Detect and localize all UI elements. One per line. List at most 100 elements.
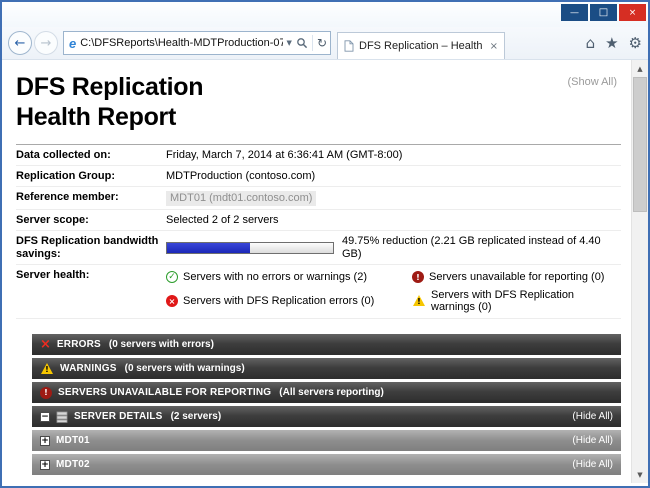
section-count: (0 servers with warnings) [125, 363, 245, 374]
field-label: DFS Replication bandwidth savings: [16, 235, 166, 261]
nav-right-icons: ⌂ ★ ⚙ [586, 34, 642, 52]
hide-all-link[interactable]: (Hide All) [572, 411, 613, 422]
scroll-up-icon[interactable]: ▲ [632, 60, 648, 77]
page-title: DFS Replication Health Report [16, 72, 621, 132]
address-text[interactable]: C:\DFSReports\Health-MDTProduction-07M… [80, 37, 282, 49]
bandwidth-bar-fill [167, 243, 250, 253]
server-row-mdt02[interactable]: + MDT02 (Hide All) [32, 454, 621, 475]
report-page: (Show All) DFS Replication Health Report… [2, 60, 631, 483]
forward-button[interactable]: → [34, 31, 58, 55]
page-title-line2: Health Report [16, 102, 621, 132]
health-text: Servers with no errors or warnings (2) [183, 271, 367, 283]
tab-title: DFS Replication – Health Re... [359, 40, 485, 52]
section-count: (0 servers with errors) [109, 339, 214, 350]
section-warnings[interactable]: ! WARNINGS (0 servers with warnings) [32, 358, 621, 379]
address-bar[interactable]: e C:\DFSReports\Health-MDTProduction-07M… [63, 31, 331, 55]
field-server-scope: Server scope: Selected 2 of 2 servers [16, 210, 621, 231]
page-title-line1: DFS Replication [16, 72, 621, 102]
server-name: MDT01 [56, 435, 90, 446]
field-label: Server health: [16, 269, 166, 282]
back-icon: ← [15, 36, 26, 51]
field-server-health: Server health: ✓ Servers with no errors … [16, 265, 621, 319]
home-icon[interactable]: ⌂ [586, 34, 596, 52]
vertical-scrollbar[interactable]: ▲ ▼ [631, 60, 648, 483]
health-item-ok: ✓ Servers with no errors or warnings (2) [166, 271, 412, 283]
health-item-unavailable: ! Servers unavailable for reporting (0) [412, 271, 621, 283]
navigation-bar: ← → e C:\DFSReports\Health-MDTProduction… [2, 27, 648, 60]
field-replication-group: Replication Group: MDTProduction (contos… [16, 166, 621, 187]
unavailable-icon: ! [40, 387, 52, 399]
server-health-grid: ✓ Servers with no errors or warnings (2)… [166, 269, 621, 315]
field-value: MDTProduction (contoso.com) [166, 170, 315, 183]
back-button[interactable]: ← [8, 31, 32, 55]
report-summary-fields: Data collected on: Friday, March 7, 2014… [16, 144, 621, 319]
section-unavailable[interactable]: ! SERVERS UNAVAILABLE FOR REPORTING (All… [32, 382, 621, 403]
address-separator [312, 35, 313, 51]
tab-close-icon[interactable]: × [490, 41, 498, 52]
field-value: Friday, March 7, 2014 at 6:36:41 AM (GMT… [166, 149, 402, 162]
field-label: Reference member: [16, 191, 166, 204]
close-icon: × [629, 8, 637, 18]
hide-all-link[interactable]: (Hide All) [572, 459, 613, 470]
warning-icon: ! [412, 295, 426, 307]
search-icon[interactable] [296, 37, 308, 49]
browser-viewport: (Show All) DFS Replication Health Report… [2, 60, 648, 483]
titlebar: — □ × [2, 2, 648, 27]
health-item-errors: × Servers with DFS Replication errors (0… [166, 289, 412, 313]
bandwidth-text: 49.75% reduction (2.21 GB replicated ins… [342, 235, 621, 261]
server-row-mdt01[interactable]: + MDT01 (Hide All) [32, 430, 621, 451]
health-text: Servers with DFS Replication errors (0) [183, 295, 374, 307]
section-title: SERVERS UNAVAILABLE FOR REPORTING [58, 387, 271, 398]
bandwidth-bar [166, 242, 334, 254]
gear-icon[interactable]: ⚙ [629, 34, 642, 52]
health-item-warnings: ! Servers with DFS Replication warnings … [412, 289, 621, 313]
close-button[interactable]: × [619, 4, 646, 21]
address-dropdown-icon[interactable]: ▼ [287, 39, 292, 47]
browser-window: — □ × ← → e C:\DFSReports\Health-MDTProd… [0, 0, 650, 488]
field-value: MDT01 (mdt01.contoso.com) [166, 191, 316, 206]
ie-icon: e [69, 36, 76, 51]
server-icon [56, 411, 68, 423]
unavailable-icon: ! [412, 271, 424, 283]
browser-tab[interactable]: DFS Replication – Health Re... × [337, 32, 505, 59]
section-title: SERVER DETAILS [74, 411, 163, 422]
health-text: Servers with DFS Replication warnings (0… [431, 289, 621, 313]
scrollbar-track[interactable] [632, 212, 648, 466]
section-title: WARNINGS [60, 363, 117, 374]
field-value: Selected 2 of 2 servers [166, 214, 279, 227]
field-bandwidth-savings: DFS Replication bandwidth savings: 49.75… [16, 231, 621, 265]
field-label: Replication Group: [16, 170, 166, 183]
expand-toggle-icon[interactable]: + [40, 436, 50, 446]
section-title: ERRORS [57, 339, 101, 350]
section-count: (2 servers) [171, 411, 222, 422]
expand-toggle-icon[interactable]: + [40, 460, 50, 470]
maximize-button[interactable]: □ [590, 4, 617, 21]
show-all-link[interactable]: (Show All) [567, 76, 617, 88]
minimize-button[interactable]: — [561, 4, 588, 21]
error-icon: × [166, 295, 178, 307]
forward-icon: → [41, 36, 52, 51]
ok-icon: ✓ [166, 271, 178, 283]
refresh-icon[interactable]: ↻ [317, 36, 327, 50]
scrollbar-thumb[interactable] [633, 77, 647, 212]
field-label: Server scope: [16, 214, 166, 227]
maximize-icon: □ [599, 7, 608, 18]
favorites-star-icon[interactable]: ★ [605, 34, 618, 52]
health-text: Servers unavailable for reporting (0) [429, 271, 604, 283]
section-server-details[interactable]: − SERVER DETAILS (2 servers) (Hide All) [32, 406, 621, 427]
minimize-icon: — [570, 8, 579, 18]
collapse-toggle-icon[interactable]: − [40, 412, 50, 422]
bandwidth-value: 49.75% reduction (2.21 GB replicated ins… [166, 235, 621, 261]
server-name: MDT02 [56, 459, 90, 470]
page-icon [344, 40, 354, 52]
field-label: Data collected on: [16, 149, 166, 162]
hide-all-link[interactable]: (Hide All) [572, 435, 613, 446]
report-sections: × ERRORS (0 servers with errors) ! WARNI… [32, 334, 621, 475]
field-data-collected: Data collected on: Friday, March 7, 2014… [16, 145, 621, 166]
field-reference-member: Reference member: MDT01 (mdt01.contoso.c… [16, 187, 621, 210]
section-count: (All servers reporting) [279, 387, 383, 398]
error-x-icon: × [40, 338, 51, 351]
warning-icon: ! [40, 363, 54, 375]
section-errors[interactable]: × ERRORS (0 servers with errors) [32, 334, 621, 355]
scroll-down-icon[interactable]: ▼ [632, 466, 648, 483]
